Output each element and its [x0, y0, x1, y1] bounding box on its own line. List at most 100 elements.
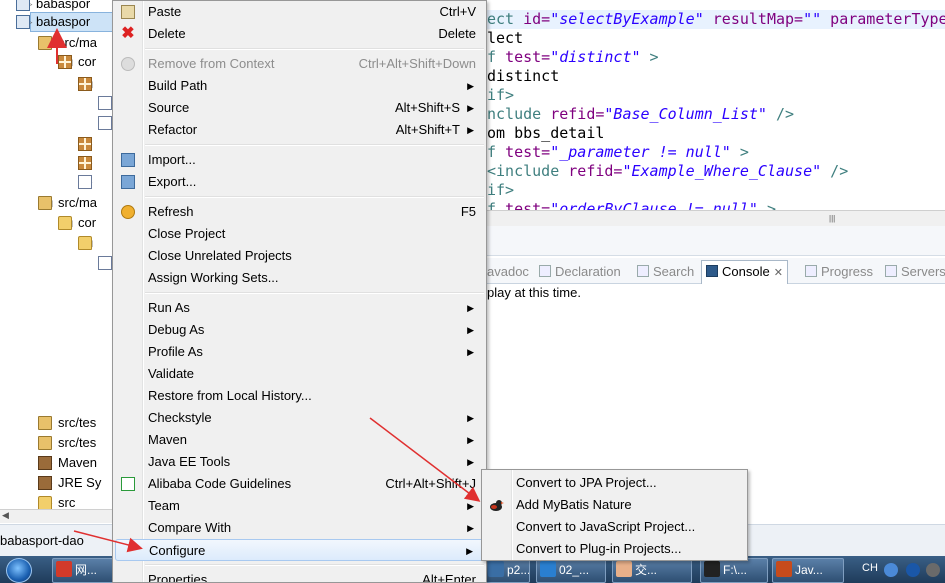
menu-team[interactable]: Team ▶	[115, 495, 484, 517]
taskbar-label: p2...	[507, 563, 530, 577]
taskbar-label: Jav...	[795, 563, 823, 577]
tree-item[interactable]: ▷babaspor	[0, 12, 118, 32]
menu-restore-local-history[interactable]: Restore from Local History...	[115, 385, 484, 407]
menu-maven[interactable]: Maven ▶	[115, 429, 484, 451]
menu-checkstyle[interactable]: Checkstyle ▶	[115, 407, 484, 429]
menu-assign-working-sets[interactable]: Assign Working Sets...	[115, 267, 484, 289]
menu-item-label: Import...	[148, 152, 196, 167]
library-icon	[38, 476, 52, 490]
menu-item-label: Properties	[148, 572, 208, 583]
close-icon[interactable]: ✕	[774, 267, 783, 279]
menu-item-label: Build Path	[148, 78, 208, 93]
tree-item[interactable]: ▷	[0, 153, 118, 173]
submenu-convert-plugin[interactable]: Convert to Plug-in Projects...	[484, 538, 745, 560]
tray-more-icon[interactable]	[926, 563, 940, 577]
menu-configure[interactable]: Configure ▶	[115, 539, 484, 561]
tree-item[interactable]: ▷	[0, 172, 118, 192]
menu-import[interactable]: Import...	[115, 149, 484, 171]
code-token: "Example_Where_Clause"	[622, 162, 822, 180]
taskbar-p2[interactable]: p2...	[484, 558, 530, 583]
menu-build-path[interactable]: Build Path ▶	[115, 75, 484, 97]
menu-source[interactable]: Source Alt+Shift+S ▶	[115, 97, 484, 119]
tab-console[interactable]: Console ✕	[701, 260, 788, 284]
code-line[interactable]: ect id="selectByExample" resultMap="" pa…	[487, 10, 945, 29]
code-line[interactable]: lect	[487, 29, 523, 48]
scrollbar-grip[interactable]: |||	[829, 214, 839, 223]
ime-icon[interactable]	[884, 563, 898, 577]
menu-alibaba-code-guidelines[interactable]: Alibaba Code Guidelines Ctrl+Alt+Shift+J	[115, 473, 484, 495]
menu-item-label: Validate	[148, 366, 195, 381]
code-token: >	[640, 48, 659, 66]
submenu-add-mybatis-nature[interactable]: Add MyBatis Nature	[484, 494, 745, 516]
tree-item[interactable]: src/tes	[0, 413, 118, 433]
tab-servers[interactable]: Servers	[885, 263, 945, 281]
explorer-horizontal-scrollbar[interactable]: ◀	[0, 509, 118, 523]
help-icon[interactable]	[906, 563, 920, 577]
tree-item[interactable]: src/tes	[0, 433, 118, 453]
editor-horizontal-scrollbar[interactable]: |||	[487, 210, 945, 226]
tree-item[interactable]: ◢cor	[0, 52, 118, 72]
taskbar-eclipse[interactable]: Jav...	[772, 558, 844, 583]
tree-item[interactable]: ◢	[0, 233, 118, 253]
tree-item[interactable]: ◢	[0, 253, 118, 273]
menu-paste[interactable]: Paste Ctrl+V	[115, 1, 484, 23]
scroll-left-arrow-icon[interactable]: ◀	[2, 510, 9, 521]
submenu-convert-javascript[interactable]: Convert to JavaScript Project...	[484, 516, 745, 538]
tree-item[interactable]: ▷	[0, 93, 118, 113]
code-line[interactable]: f test="_parameter != null" >	[487, 143, 749, 162]
tab-progress[interactable]: Progress	[805, 263, 873, 281]
menu-delete[interactable]: ✖ Delete Delete	[115, 23, 484, 45]
menu-debug-as[interactable]: Debug As ▶	[115, 319, 484, 341]
menu-export[interactable]: Export...	[115, 171, 484, 193]
menu-compare-with[interactable]: Compare With ▶	[115, 517, 484, 539]
tree-item[interactable]: ▷	[0, 113, 118, 133]
code-line[interactable]: om bbs_detail	[487, 124, 604, 143]
code-line[interactable]: distinct	[487, 67, 559, 86]
menu-java-ee-tools[interactable]: Java EE Tools ▶	[115, 451, 484, 473]
code-token: "_parameter != null"	[550, 143, 731, 161]
tree-item[interactable]: ▷src	[0, 493, 118, 510]
code-line[interactable]: if>	[487, 181, 514, 200]
code-token: f	[487, 200, 506, 210]
menu-close-unrelated-projects[interactable]: Close Unrelated Projects	[115, 245, 484, 267]
code-line[interactable]: if>	[487, 86, 514, 105]
tree-item[interactable]: ▷	[0, 134, 118, 154]
tree-item[interactable]: ◢src/ma	[0, 33, 118, 53]
menu-refresh[interactable]: Refresh F5	[115, 201, 484, 223]
taskbar-explorer[interactable]: F:\...	[700, 558, 768, 583]
tab-search[interactable]: Search	[637, 263, 694, 281]
tab-javadoc[interactable]: avadoc	[487, 263, 529, 281]
code-line[interactable]: <include refid="Example_Where_Clause" />	[487, 162, 848, 181]
tree-item-label: src/tes	[58, 435, 97, 450]
taskbar-chat[interactable]: 交...	[612, 558, 692, 583]
tray-language[interactable]: CH	[862, 562, 878, 574]
tab-declaration[interactable]: Declaration	[539, 263, 621, 281]
start-button-icon[interactable]	[6, 558, 32, 583]
menu-close-project[interactable]: Close Project	[115, 223, 484, 245]
code-line[interactable]: nclude refid="Base_Column_List" />	[487, 105, 794, 124]
status-selected-project: babasport-dao	[0, 533, 84, 548]
menu-run-as[interactable]: Run As ▶	[115, 297, 484, 319]
tree-item[interactable]: ◢src/ma	[0, 193, 118, 213]
tree-item-label: src/ma	[58, 35, 97, 50]
taskbar-wps[interactable]: 02_...	[536, 558, 606, 583]
menu-validate[interactable]: Validate	[115, 363, 484, 385]
code-line[interactable]: f test="orderByClause != null" >	[487, 200, 776, 210]
tree-item[interactable]: ◢	[0, 74, 118, 94]
taskbar-youdao[interactable]: 网...	[52, 558, 114, 583]
tree-item[interactable]: ◢cor	[0, 213, 118, 233]
code-line[interactable]: f test="distinct" >	[487, 48, 659, 67]
project-explorer: ▷babaspor▷babaspor◢src/ma◢cor◢▷▷▷▷▷◢src/…	[0, 0, 118, 510]
import-icon	[121, 153, 135, 167]
tree-item-label: babaspor	[36, 14, 91, 29]
xml-editor[interactable]: ect id="selectByExample" resultMap="" pa…	[487, 0, 945, 210]
submenu-convert-jpa[interactable]: Convert to JPA Project...	[484, 472, 745, 494]
menu-properties[interactable]: Properties Alt+Enter	[115, 569, 484, 583]
tree-item[interactable]: ▷JRE Sy	[0, 473, 118, 493]
tree-item[interactable]: ▷Maven	[0, 453, 118, 473]
code-token: >	[730, 143, 749, 161]
menu-refactor[interactable]: Refactor Alt+Shift+T ▶	[115, 119, 484, 141]
menu-profile-as[interactable]: Profile As ▶	[115, 341, 484, 363]
code-token: />	[821, 162, 849, 180]
chat-icon	[616, 561, 632, 577]
